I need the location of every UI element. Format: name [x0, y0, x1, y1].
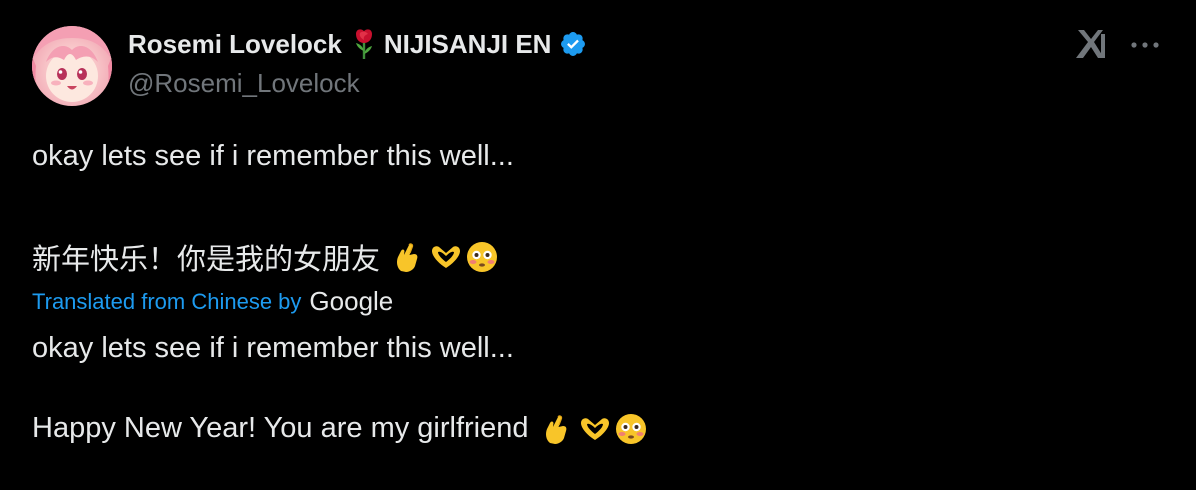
- finger-heart-emoji: [541, 413, 573, 445]
- original-line-1: okay lets see if i remember this well...: [32, 140, 514, 172]
- translated-text-line-1: okay lets see if i remember this well...: [32, 332, 514, 365]
- translation-label[interactable]: Translated from Chinese by: [32, 289, 301, 315]
- x-grok-icon[interactable]: [1074, 28, 1108, 60]
- display-name[interactable]: Rosemi Lovelock: [128, 29, 342, 60]
- author-handle[interactable]: @Rosemi_Lovelock: [128, 68, 360, 99]
- affiliation[interactable]: NIJISANJI EN: [384, 29, 552, 60]
- translated-line-2: Happy New Year! You are my girlfriend: [32, 412, 529, 444]
- tweet-text-line-1: okay lets see if i remember this well...: [32, 140, 514, 173]
- tweet-text-line-2: 新年快乐！你是我的女朋友: [32, 236, 498, 278]
- translated-text-line-2: Happy New Year! You are my girlfriend: [32, 412, 647, 445]
- original-line-2: 新年快乐！你是我的女朋友: [32, 242, 381, 276]
- author-name-row[interactable]: Rosemi Lovelock NIJISANJI EN: [128, 28, 587, 60]
- heart-hands-emoji: [430, 241, 462, 273]
- flushed-face-emoji: [466, 241, 498, 273]
- google-logo: Google: [309, 286, 394, 316]
- avatar[interactable]: [32, 26, 112, 106]
- flushed-face-emoji: [615, 413, 647, 445]
- tweet-card: Rosemi Lovelock NIJISANJI EN @Rosemi_Lov…: [0, 0, 1196, 490]
- translated-line-1: okay lets see if i remember this well...: [32, 332, 514, 364]
- heart-hands-emoji: [579, 413, 611, 445]
- finger-heart-emoji: [392, 241, 424, 273]
- rose-icon: [352, 28, 376, 60]
- more-options-icon[interactable]: [1128, 28, 1162, 62]
- verified-badge-icon: [559, 30, 587, 58]
- translation-attribution[interactable]: Translated from Chinese by Google: [32, 286, 393, 317]
